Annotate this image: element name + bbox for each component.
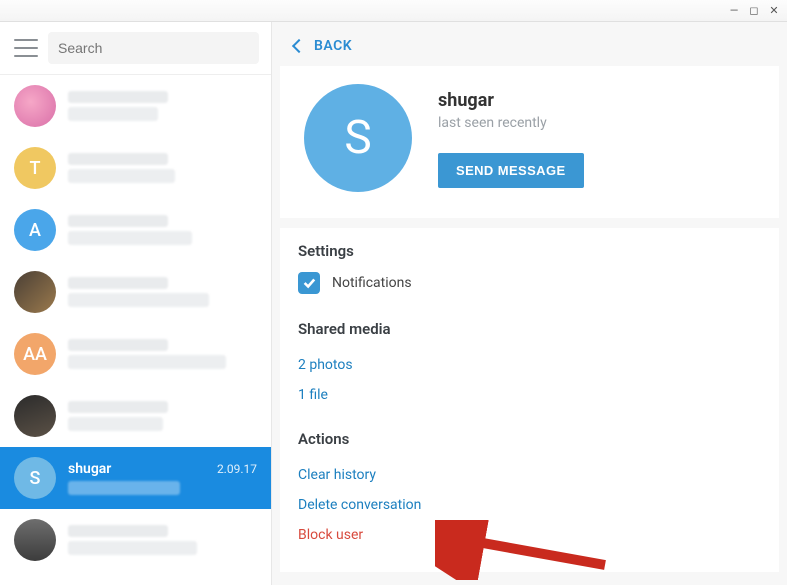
profile-name: shugar [438, 90, 584, 111]
chat-body [68, 153, 257, 183]
blurred-snippet [68, 293, 209, 307]
menu-icon[interactable] [14, 39, 38, 57]
shared-files-link[interactable]: 1 file [298, 380, 761, 410]
chat-avatar: A [14, 209, 56, 251]
minimize-button[interactable]: — [729, 6, 739, 16]
check-icon [302, 276, 316, 290]
shared-photos-link[interactable]: 2 photos [298, 350, 761, 380]
search-input[interactable] [48, 32, 259, 64]
blurred-name [68, 91, 168, 103]
chat-avatar [14, 271, 56, 313]
blurred-name [68, 401, 168, 413]
profile-card: S shugar last seen recently SEND MESSAGE [280, 66, 779, 218]
chat-date: 2.09.17 [217, 462, 257, 476]
blurred-name [68, 153, 168, 165]
maximize-button[interactable]: ◻ [749, 6, 759, 16]
blurred-snippet [68, 169, 175, 183]
blurred-name [68, 339, 168, 351]
blurred-snippet [68, 107, 158, 121]
actions-card: Actions Clear history Delete conversatio… [280, 422, 779, 572]
shared-media-card: Shared media 2 photos 1 file [280, 312, 779, 422]
chat-item-selected[interactable]: Sshugar 2.09.17 [0, 447, 271, 509]
chat-avatar: T [14, 147, 56, 189]
chat-body [68, 91, 257, 121]
clear-history-link[interactable]: Clear history [298, 460, 761, 490]
chat-list: TAAASshugar2.09.17 [0, 75, 271, 585]
back-label: BACK [314, 38, 352, 54]
back-arrow-icon [292, 39, 306, 53]
blurred-snippet [68, 541, 197, 555]
shared-media-title: Shared media [298, 320, 761, 338]
back-button[interactable]: BACK [272, 22, 787, 66]
chat-body [68, 339, 257, 369]
blurred-name [68, 277, 168, 289]
settings-card: Settings Notifications [280, 228, 779, 312]
block-user-link[interactable]: Block user [298, 520, 761, 550]
notifications-label: Notifications [332, 275, 412, 291]
settings-title: Settings [298, 242, 761, 260]
chat-name: shugar [68, 461, 111, 477]
actions-title: Actions [298, 430, 761, 448]
blurred-name [68, 525, 168, 537]
chat-body [68, 525, 257, 555]
sidebar: TAAASshugar2.09.17 [0, 22, 272, 585]
profile-pane: BACK S shugar last seen recently SEND ME… [272, 22, 787, 585]
chat-item[interactable]: T [0, 137, 271, 199]
delete-conversation-link[interactable]: Delete conversation [298, 490, 761, 520]
chat-item[interactable] [0, 509, 271, 571]
chat-item[interactable] [0, 75, 271, 137]
profile-status: last seen recently [438, 115, 584, 131]
chat-body [68, 215, 257, 245]
chat-avatar [14, 395, 56, 437]
close-button[interactable]: ✕ [769, 6, 779, 16]
chat-avatar: S [14, 457, 56, 499]
profile-avatar: S [304, 84, 412, 192]
blurred-snippet [68, 355, 226, 369]
chat-item[interactable] [0, 385, 271, 447]
blurred-snippet [68, 231, 192, 245]
chat-avatar [14, 519, 56, 561]
chat-body [68, 277, 257, 307]
blurred-snippet [68, 481, 180, 495]
chat-body [68, 401, 257, 431]
blurred-snippet [68, 417, 163, 431]
blurred-name [68, 215, 168, 227]
send-message-button[interactable]: SEND MESSAGE [438, 153, 584, 188]
window-titlebar: — ◻ ✕ [0, 0, 787, 22]
chat-item[interactable]: AA [0, 323, 271, 385]
chat-avatar: AA [14, 333, 56, 375]
chat-item[interactable] [0, 261, 271, 323]
chat-avatar [14, 85, 56, 127]
chat-body: shugar 2.09.17 [68, 461, 257, 495]
chat-item[interactable]: A [0, 199, 271, 261]
notifications-checkbox[interactable] [298, 272, 320, 294]
